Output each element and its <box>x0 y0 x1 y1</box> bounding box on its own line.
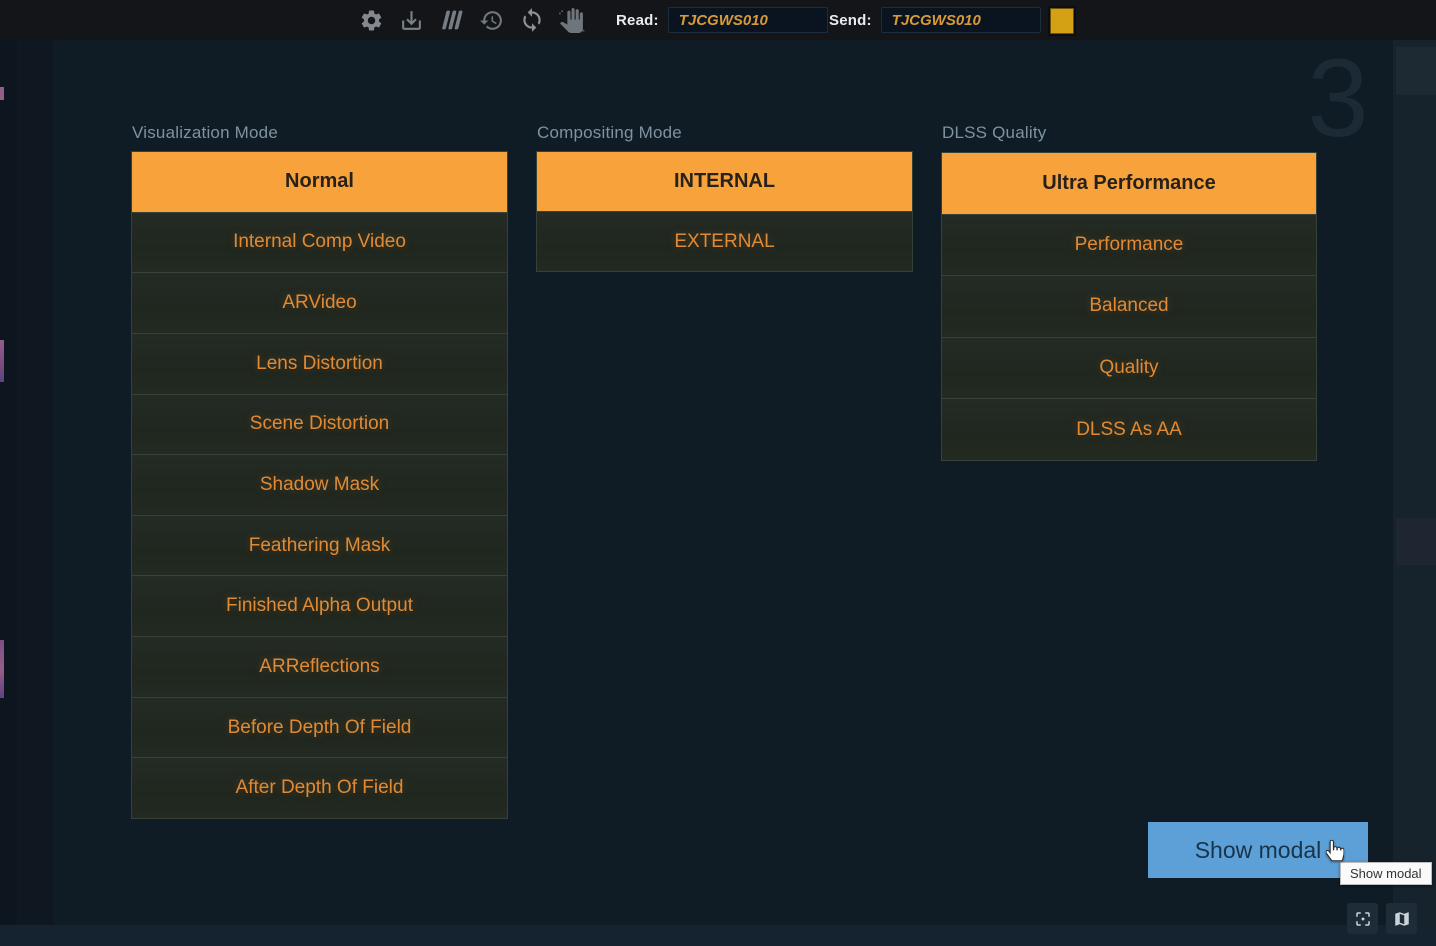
option-shadow-mask[interactable]: Shadow Mask <box>132 454 507 515</box>
bottom-strip <box>0 925 1436 946</box>
option-balanced[interactable]: Balanced <box>942 275 1316 337</box>
color-swatch[interactable] <box>1050 8 1074 34</box>
hand-tool-icon[interactable] <box>558 0 585 40</box>
option-lens-distortion[interactable]: Lens Distortion <box>132 333 507 394</box>
send-field-group: Send: <box>829 0 1041 40</box>
right-strip <box>1393 40 1436 925</box>
library-icon[interactable] <box>438 0 465 40</box>
group-title-compositing-mode: Compositing Mode <box>537 123 682 143</box>
compositing-mode-group: INTERNALEXTERNAL <box>536 151 913 272</box>
send-label: Send: <box>829 12 872 29</box>
option-internal[interactable]: INTERNAL <box>537 152 912 211</box>
map-icon <box>1393 910 1411 928</box>
option-finished-alpha-output[interactable]: Finished Alpha Output <box>132 575 507 636</box>
left-margin-band <box>17 40 53 925</box>
focus-icon <box>1354 910 1372 928</box>
option-normal[interactable]: Normal <box>132 152 507 212</box>
send-input[interactable] <box>881 7 1041 33</box>
settings-gear-icon[interactable] <box>358 0 385 40</box>
toolbar-icon-row <box>358 0 585 40</box>
fullscreen-focus-button[interactable] <box>1347 903 1378 934</box>
map-button[interactable] <box>1386 903 1417 934</box>
option-before-depth-of-field[interactable]: Before Depth Of Field <box>132 697 507 758</box>
option-arvideo[interactable]: ARVideo <box>132 272 507 333</box>
option-ultra-performance[interactable]: Ultra Performance <box>942 153 1316 214</box>
show-modal-button[interactable]: Show modal <box>1148 822 1368 878</box>
edge-artifact <box>0 640 4 698</box>
download-icon[interactable] <box>398 0 425 40</box>
option-scene-distortion[interactable]: Scene Distortion <box>132 394 507 455</box>
option-quality[interactable]: Quality <box>942 337 1316 399</box>
option-feathering-mask[interactable]: Feathering Mask <box>132 515 507 576</box>
show-modal-tooltip: Show modal <box>1340 862 1432 885</box>
option-after-depth-of-field[interactable]: After Depth Of Field <box>132 757 507 818</box>
history-icon[interactable] <box>478 0 505 40</box>
watermark-number: 3 <box>1298 44 1378 154</box>
edge-artifact <box>0 87 4 100</box>
sync-icon[interactable] <box>518 0 545 40</box>
dlss-quality-group: Ultra PerformancePerformanceBalancedQual… <box>941 152 1317 461</box>
read-field-group: Read: <box>616 0 828 40</box>
edge-artifact <box>0 340 4 382</box>
right-strip-block <box>1396 518 1436 565</box>
option-internal-comp-video[interactable]: Internal Comp Video <box>132 212 507 273</box>
visualization-mode-group: NormalInternal Comp VideoARVideoLens Dis… <box>131 151 508 819</box>
right-strip-block <box>1396 47 1436 95</box>
read-label: Read: <box>616 12 659 29</box>
option-dlss-as-aa[interactable]: DLSS As AA <box>942 398 1316 460</box>
top-toolbar: Read: Send: <box>0 0 1436 40</box>
option-external[interactable]: EXTERNAL <box>537 211 912 271</box>
group-title-dlss-quality: DLSS Quality <box>942 123 1046 143</box>
read-input[interactable] <box>668 7 828 33</box>
option-arreflections[interactable]: ARReflections <box>132 636 507 697</box>
group-title-visualization-mode: Visualization Mode <box>132 123 278 143</box>
option-performance[interactable]: Performance <box>942 214 1316 276</box>
